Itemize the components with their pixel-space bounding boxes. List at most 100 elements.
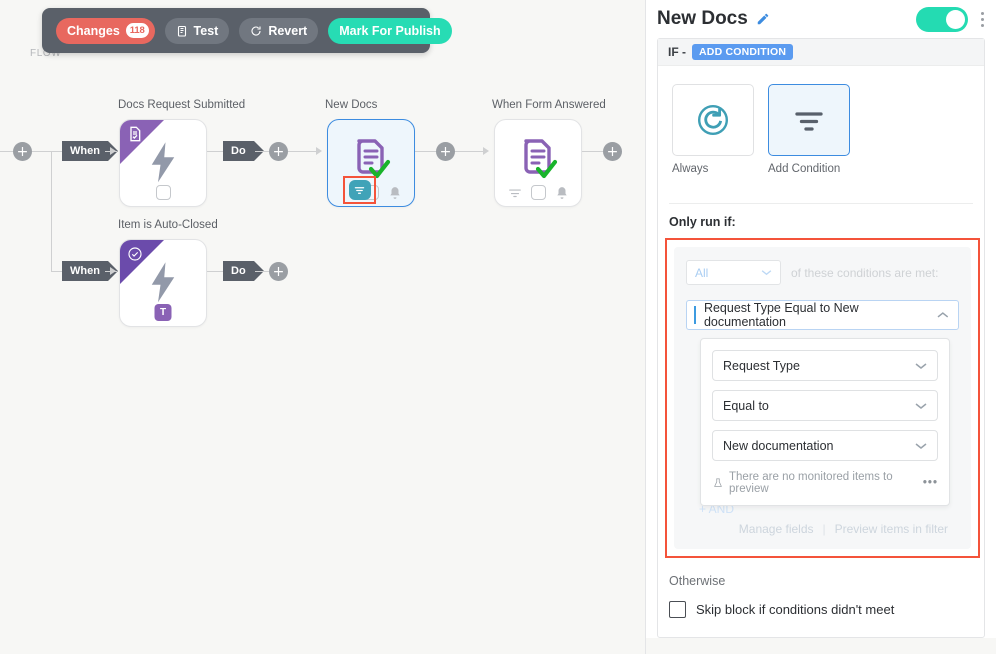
condition-more-icon[interactable]: ••• [923, 477, 938, 489]
filter-icon [795, 112, 823, 131]
node-title-new-docs: New Docs [325, 99, 378, 111]
node-footer [495, 185, 581, 200]
circle-check-icon [128, 247, 142, 261]
manage-fields-link[interactable]: Manage fields [739, 522, 814, 536]
when-tag-2[interactable]: When [62, 261, 118, 281]
mode-selector: Always Add Condition [658, 66, 984, 175]
add-step-button-start[interactable]: + [13, 142, 32, 161]
panel-bottom-strip [646, 638, 996, 654]
connector-line [51, 271, 62, 272]
preview-items-link[interactable]: Preview items in filter [835, 522, 948, 536]
value-select[interactable]: New documentation [712, 430, 938, 461]
node-title-when-form-answered: When Form Answered [492, 99, 606, 111]
chevron-down-icon [915, 442, 927, 449]
chevron-down-icon [761, 270, 772, 276]
match-mode-select[interactable]: All [686, 260, 781, 285]
condition-links-row: Manage fields | Preview items in filter [686, 516, 959, 538]
condition-card: IF - ADD CONDITION Always Add Condition … [657, 38, 985, 638]
connector-line [288, 151, 318, 152]
when-tag-1[interactable]: When [62, 141, 118, 161]
chevron-down-icon [915, 402, 927, 409]
field-select[interactable]: Request Type [712, 350, 938, 381]
node-square-icon[interactable] [530, 185, 546, 200]
connector-line [415, 151, 437, 152]
flow-node-item-is-auto-closed[interactable]: T [119, 239, 207, 327]
do-tag-1[interactable]: Do [223, 141, 264, 161]
filter-chip[interactable] [348, 180, 371, 200]
flow-node-when-form-answered[interactable] [494, 119, 582, 207]
connector-line [582, 151, 603, 152]
changes-count-badge: 118 [125, 23, 149, 38]
clipboard-icon [177, 25, 186, 37]
connector-line [455, 151, 485, 152]
test-label: Test [193, 23, 219, 38]
skip-block-row[interactable]: Skip block if conditions didn't meet [658, 588, 984, 618]
value-select-value: New documentation [723, 438, 834, 453]
changes-button[interactable]: Changes 118 [56, 17, 155, 44]
mode-box-add-condition [768, 84, 850, 156]
chevron-up-icon[interactable] [937, 311, 949, 319]
do-tag-2[interactable]: Do [223, 261, 264, 281]
if-label: IF - [668, 45, 686, 59]
document-check-icon [524, 138, 558, 178]
node-square-icon[interactable] [155, 185, 171, 200]
panel-header: New Docs [646, 0, 996, 38]
skip-block-checkbox[interactable] [669, 601, 686, 618]
filter-icon-highlight [343, 176, 376, 204]
bell-icon[interactable] [555, 186, 569, 200]
connector-arrow [316, 147, 322, 155]
otherwise-label: Otherwise [669, 574, 726, 588]
mode-option-add-condition[interactable]: Add Condition [768, 84, 850, 175]
revert-label: Revert [268, 23, 308, 38]
mode-option-always[interactable]: Always [672, 84, 754, 175]
mode-label-always: Always [672, 163, 709, 175]
skip-block-label: Skip block if conditions didn't meet [696, 602, 895, 617]
conditions-highlight-box: All of these conditions are met: Request… [665, 238, 980, 558]
flow-toolbar: Changes 118 Test Revert Mark For Publish [42, 8, 452, 53]
condition-summary-field[interactable]: Request Type Equal to New documentation [686, 300, 959, 330]
flow-node-new-docs[interactable] [327, 119, 415, 207]
more-options-icon[interactable] [980, 11, 984, 27]
flask-icon [714, 478, 722, 487]
lightning-bolt-icon [151, 262, 175, 303]
mark-for-publish-button[interactable]: Mark For Publish [328, 17, 452, 44]
links-separator: | [822, 522, 826, 536]
flow-canvas: Changes 118 Test Revert Mark For Publish… [0, 0, 645, 654]
details-panel: New Docs IF - ADD CONDITION Always Add C… [645, 0, 996, 654]
bell-icon[interactable] [388, 186, 402, 200]
connector-line [255, 271, 269, 272]
mode-label-add-condition: Add Condition [768, 163, 841, 175]
connector-line [207, 271, 223, 272]
lightning-bolt-icon [151, 142, 175, 183]
mode-box-always [672, 84, 754, 156]
add-step-button-4[interactable]: + [269, 262, 288, 281]
conditions-panel: All of these conditions are met: Request… [674, 247, 971, 549]
match-mode-value: All [695, 265, 709, 280]
revert-button[interactable]: Revert [239, 17, 319, 44]
if-header-row: IF - ADD CONDITION [658, 39, 984, 66]
node-badge-t: T [154, 304, 172, 321]
field-select-value: Request Type [723, 358, 800, 373]
flow-node-docs-request-submitted[interactable] [119, 119, 207, 207]
refresh-icon [698, 105, 728, 135]
operator-select[interactable]: Equal to [712, 390, 938, 421]
node-title-item-auto-closed: Item is Auto-Closed [118, 219, 218, 231]
condition-summary-text: Request Type Equal to New documentation [703, 301, 859, 329]
chevron-down-icon [915, 362, 927, 369]
connector-line [207, 151, 223, 152]
test-button[interactable]: Test [164, 17, 230, 44]
add-condition-chip[interactable]: ADD CONDITION [692, 44, 794, 60]
filter-icon[interactable] [508, 186, 522, 200]
changes-label: Changes [67, 23, 120, 38]
add-step-button-2[interactable]: + [436, 142, 455, 161]
connector-arrow [483, 147, 489, 155]
match-mode-row: All of these conditions are met: [686, 260, 959, 285]
add-step-button-1[interactable]: + [269, 142, 288, 161]
add-step-button-3[interactable]: + [603, 142, 622, 161]
publish-label: Mark For Publish [339, 23, 441, 38]
match-mode-tail-text: of these conditions are met: [791, 265, 939, 280]
edit-pencil-icon[interactable] [756, 12, 770, 26]
page-title: New Docs [657, 8, 748, 29]
text-caret [694, 306, 696, 324]
enabled-toggle[interactable] [916, 6, 968, 32]
